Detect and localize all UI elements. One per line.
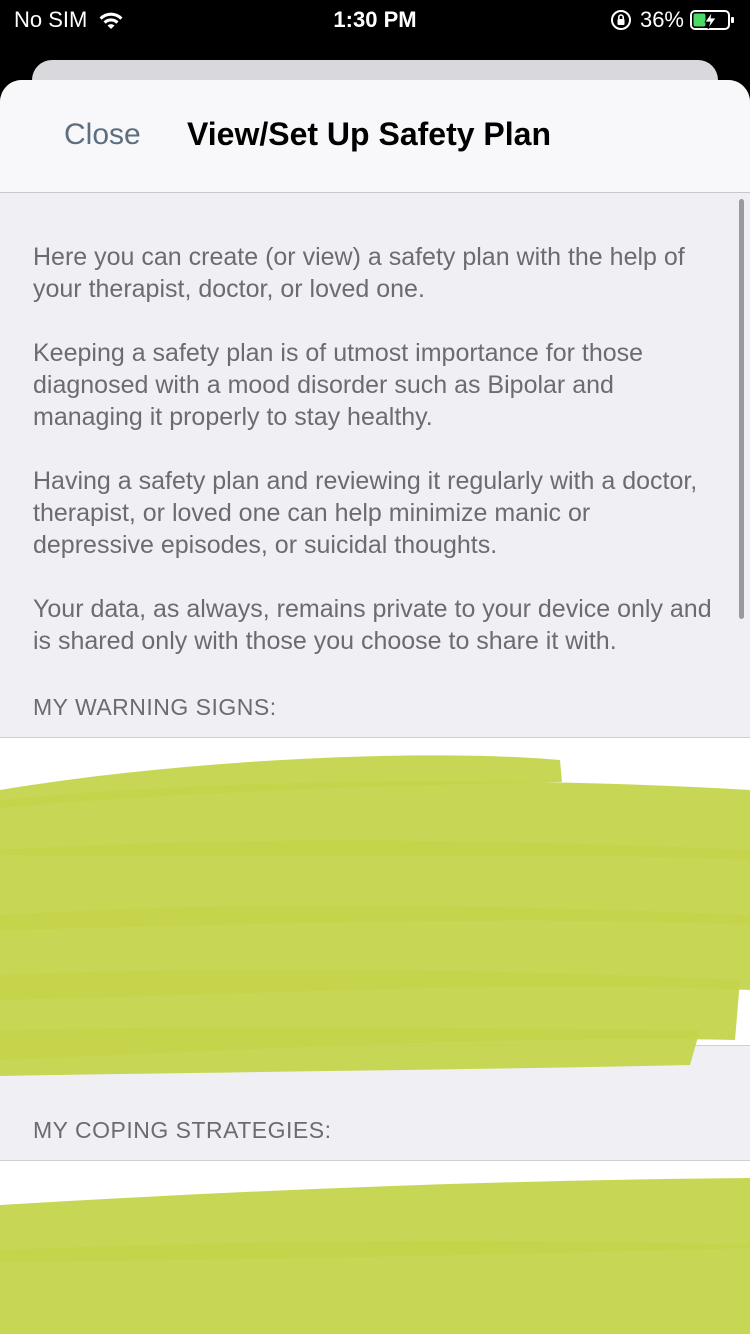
intro-paragraph: Here you can create (or view) a safety p… <box>33 243 685 303</box>
coping-strategies-field[interactable] <box>0 1160 750 1334</box>
intro-paragraph: Having a safety plan and reviewing it re… <box>33 467 698 559</box>
intro-text: Here you can create (or view) a safety p… <box>0 193 750 657</box>
intro-paragraph: Your data, as always, remains private to… <box>33 595 712 655</box>
scroll-indicator <box>739 199 744 619</box>
warning-signs-header: MY WARNING SIGNS: <box>33 694 277 720</box>
navigation-bar: Close View/Set Up Safety Plan <box>0 80 750 193</box>
rotation-lock-icon <box>610 10 631 30</box>
warning-signs-text <box>0 738 750 760</box>
status-right: 36% <box>610 7 736 33</box>
close-button[interactable]: Close <box>64 118 141 152</box>
status-bar: No SIM 1:30 PM 36% <box>0 0 750 44</box>
content-scroll[interactable]: Here you can create (or view) a safety p… <box>0 193 750 1334</box>
intro-paragraph: Keeping a safety plan is of utmost impor… <box>33 339 644 431</box>
coping-strategies-text <box>0 1161 750 1183</box>
battery-percent: 36% <box>639 7 684 32</box>
coping-strategies-header: MY COPING STRATEGIES: <box>33 1117 332 1143</box>
warning-signs-field[interactable] <box>0 737 750 1046</box>
battery-charging-icon <box>690 10 734 30</box>
safety-plan-sheet: Close View/Set Up Safety Plan Here you c… <box>0 80 750 1334</box>
page-title: View/Set Up Safety Plan <box>187 116 551 152</box>
